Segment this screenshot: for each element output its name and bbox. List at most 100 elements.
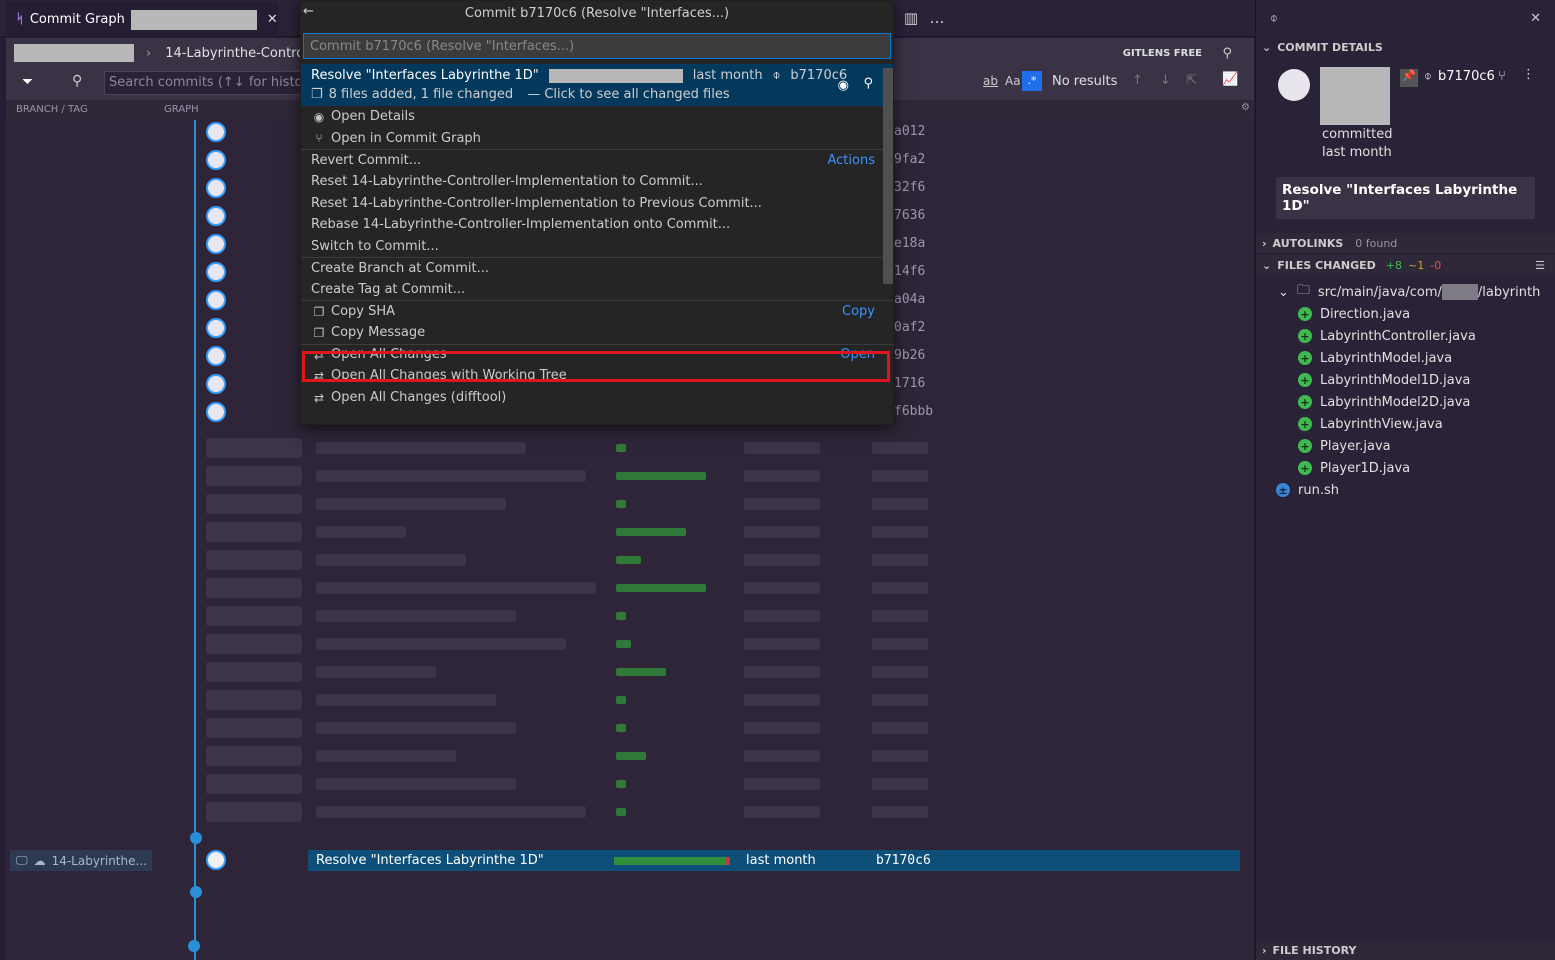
quick-pick-item[interactable]: Reset 14-Labyrinthe-Controller-Implement… bbox=[301, 171, 893, 193]
prev-result-icon[interactable]: ↑ bbox=[1132, 73, 1143, 88]
chevron-down-icon: ⌄ bbox=[1262, 40, 1272, 54]
more-icon[interactable]: ⋮ bbox=[1522, 67, 1535, 82]
quick-pick-item[interactable]: Rebase 14-Labyrinthe-Controller-Implemen… bbox=[301, 214, 893, 236]
quick-pick-item[interactable]: ⑂ Open in Commit Graph bbox=[301, 128, 893, 150]
quick-pick-item[interactable]: Reset 14-Labyrinthe-Controller-Implement… bbox=[301, 192, 893, 214]
commit-node[interactable] bbox=[206, 318, 226, 338]
blurred-branch-cell bbox=[206, 550, 302, 570]
quick-pick-item[interactable]: ❐ Copy SHA Copy bbox=[301, 300, 893, 322]
autolinks-count: 0 found bbox=[1355, 236, 1398, 250]
quick-pick-item[interactable]: ❐ Copy Message bbox=[301, 322, 893, 344]
col-graph[interactable]: GRAPH bbox=[164, 104, 199, 115]
chart-icon[interactable]: 📈 bbox=[1222, 72, 1238, 87]
file-row[interactable]: + LabyrinthModel.java bbox=[1256, 347, 1555, 369]
commit-node[interactable] bbox=[206, 346, 226, 366]
modified-icon: ± bbox=[1276, 483, 1290, 497]
commit-node[interactable] bbox=[206, 234, 226, 254]
quick-pick-item-action[interactable]: Actions bbox=[828, 153, 876, 168]
file-row[interactable]: + LabyrinthView.java bbox=[1256, 413, 1555, 435]
file-row-run-sh[interactable]: ± run.sh bbox=[1256, 479, 1555, 501]
commit-sha: 32f6 bbox=[894, 180, 926, 195]
filter-icon[interactable]: ⏷ bbox=[22, 74, 33, 90]
commit-node[interactable] bbox=[206, 206, 226, 226]
file-name: Direction.java bbox=[1320, 306, 1411, 322]
commit-node[interactable] bbox=[206, 122, 226, 142]
selected-commit-avatar[interactable] bbox=[206, 850, 226, 870]
details-message: Resolve "Interfaces Labyrinthe 1D" bbox=[1282, 182, 1518, 214]
chevron-right-icon: › bbox=[1262, 236, 1267, 250]
eye-icon[interactable]: ◉ bbox=[838, 78, 849, 93]
more-icon[interactable]: … bbox=[929, 9, 945, 27]
file-row[interactable]: + LabyrinthController.java bbox=[1256, 325, 1555, 347]
match-case-toggle[interactable]: Aa bbox=[1005, 74, 1021, 88]
tree-view-icon[interactable]: ☰ bbox=[1535, 259, 1545, 272]
tab-title: Commit Graph bbox=[29, 12, 125, 27]
scrollbar[interactable] bbox=[883, 68, 893, 284]
match-word-toggle[interactable]: ab bbox=[983, 74, 998, 88]
regex-toggle[interactable]: .* bbox=[1022, 71, 1042, 91]
commit-sha: 9b26 bbox=[894, 348, 926, 363]
commit-node[interactable] bbox=[206, 262, 226, 282]
tab-commit-graph[interactable]: ᛋ Commit Graph ✕ bbox=[6, 2, 278, 37]
file-row[interactable]: + Direction.java bbox=[1256, 303, 1555, 325]
file-row[interactable]: + LabyrinthModel2D.java bbox=[1256, 391, 1555, 413]
account-icon[interactable]: ⚲ bbox=[1222, 46, 1232, 61]
blurred-sha bbox=[872, 694, 928, 706]
blurred-changes-bar bbox=[616, 444, 626, 452]
search-icon[interactable]: ⚲ bbox=[863, 76, 873, 91]
file-row[interactable]: + LabyrinthModel1D.java bbox=[1256, 369, 1555, 391]
quick-pick-item[interactable]: ◉ Open Details bbox=[301, 106, 893, 128]
back-arrow-icon[interactable]: ← bbox=[303, 4, 314, 19]
open-external-icon[interactable]: ⇱ bbox=[1186, 73, 1197, 88]
quick-pick-item[interactable]: ⇄ Open All Changes (difftool) bbox=[301, 387, 893, 409]
blurred-sha bbox=[872, 498, 928, 510]
blurred-sha bbox=[872, 442, 928, 454]
branch-name[interactable]: 14-Labyrinthe-Control bbox=[165, 46, 308, 61]
split-icon[interactable]: ▥ bbox=[903, 9, 919, 27]
files-changed-header[interactable]: ⌄ FILES CHANGED +8 ~1 -0 ☰ bbox=[1256, 255, 1555, 275]
pin-icon[interactable]: 📌 bbox=[1400, 69, 1418, 87]
commit-node[interactable] bbox=[206, 402, 226, 422]
author-redacted bbox=[548, 68, 683, 83]
blurred-date bbox=[744, 694, 820, 706]
search-icon[interactable]: ⚲ bbox=[72, 73, 82, 89]
autolinks-header[interactable]: › AUTOLINKS 0 found bbox=[1256, 233, 1555, 253]
graph-dot[interactable] bbox=[190, 886, 202, 898]
close-icon[interactable]: ✕ bbox=[267, 12, 278, 27]
folder-row[interactable]: ⌄ 🗀 src/main/java/com/ /labyrinth bbox=[1256, 281, 1555, 303]
selected-date: last month bbox=[746, 853, 816, 868]
col-branch-tag[interactable]: BRANCH / TAG bbox=[16, 104, 88, 115]
graph-dot[interactable] bbox=[190, 832, 202, 844]
commit-node[interactable] bbox=[206, 150, 226, 170]
commit-summary-item[interactable]: Resolve "Interfaces Labyrinthe 1D" last … bbox=[301, 64, 893, 106]
commit-details-header[interactable]: ⌄ COMMIT DETAILS bbox=[1256, 37, 1555, 57]
blurred-sha bbox=[872, 638, 928, 650]
added-icon: + bbox=[1298, 439, 1312, 453]
commit-sha: 7636 bbox=[894, 208, 926, 223]
graph-dot[interactable] bbox=[188, 940, 200, 952]
next-result-icon[interactable]: ↓ bbox=[1160, 73, 1171, 88]
file-row[interactable]: + Player1D.java bbox=[1256, 457, 1555, 479]
blurred-branch-cell bbox=[206, 522, 302, 542]
commit-node[interactable] bbox=[206, 178, 226, 198]
commit-node[interactable] bbox=[206, 374, 226, 394]
branch-pill[interactable]: 🖵 ☁ 14-Labyrinthe... bbox=[10, 850, 152, 871]
close-icon[interactable]: ✕ bbox=[1530, 11, 1541, 26]
graph-icon[interactable]: ⑂ bbox=[1498, 69, 1506, 84]
quick-pick-item-action[interactable]: Copy bbox=[842, 304, 875, 319]
details-sha[interactable]: b7170c6 bbox=[1438, 69, 1495, 84]
added-icon: + bbox=[1298, 395, 1312, 409]
quick-pick-item[interactable]: Create Branch at Commit... bbox=[301, 257, 893, 279]
search-input[interactable]: Search commits (↑↓ for history) bbox=[104, 71, 304, 95]
selected-commit-row[interactable]: Resolve "Interfaces Labyrinthe 1D" last … bbox=[308, 850, 1240, 871]
commit-node[interactable] bbox=[206, 290, 226, 310]
quick-pick-input[interactable]: Commit b7170c6 (Resolve "Interfaces...) bbox=[303, 33, 891, 59]
quick-pick-item[interactable]: Revert Commit... Actions bbox=[301, 149, 893, 171]
blurred-date bbox=[744, 806, 820, 818]
settings-icon[interactable]: ⚙ bbox=[1241, 102, 1250, 113]
file-history-header[interactable]: › FILE HISTORY bbox=[1256, 940, 1555, 960]
quick-pick-item[interactable]: Switch to Commit... bbox=[301, 236, 893, 258]
quick-pick-item[interactable]: Create Tag at Commit... bbox=[301, 279, 893, 301]
gitlens-free-badge[interactable]: GITLENS FREE bbox=[1123, 48, 1202, 59]
file-row[interactable]: + Player.java bbox=[1256, 435, 1555, 457]
